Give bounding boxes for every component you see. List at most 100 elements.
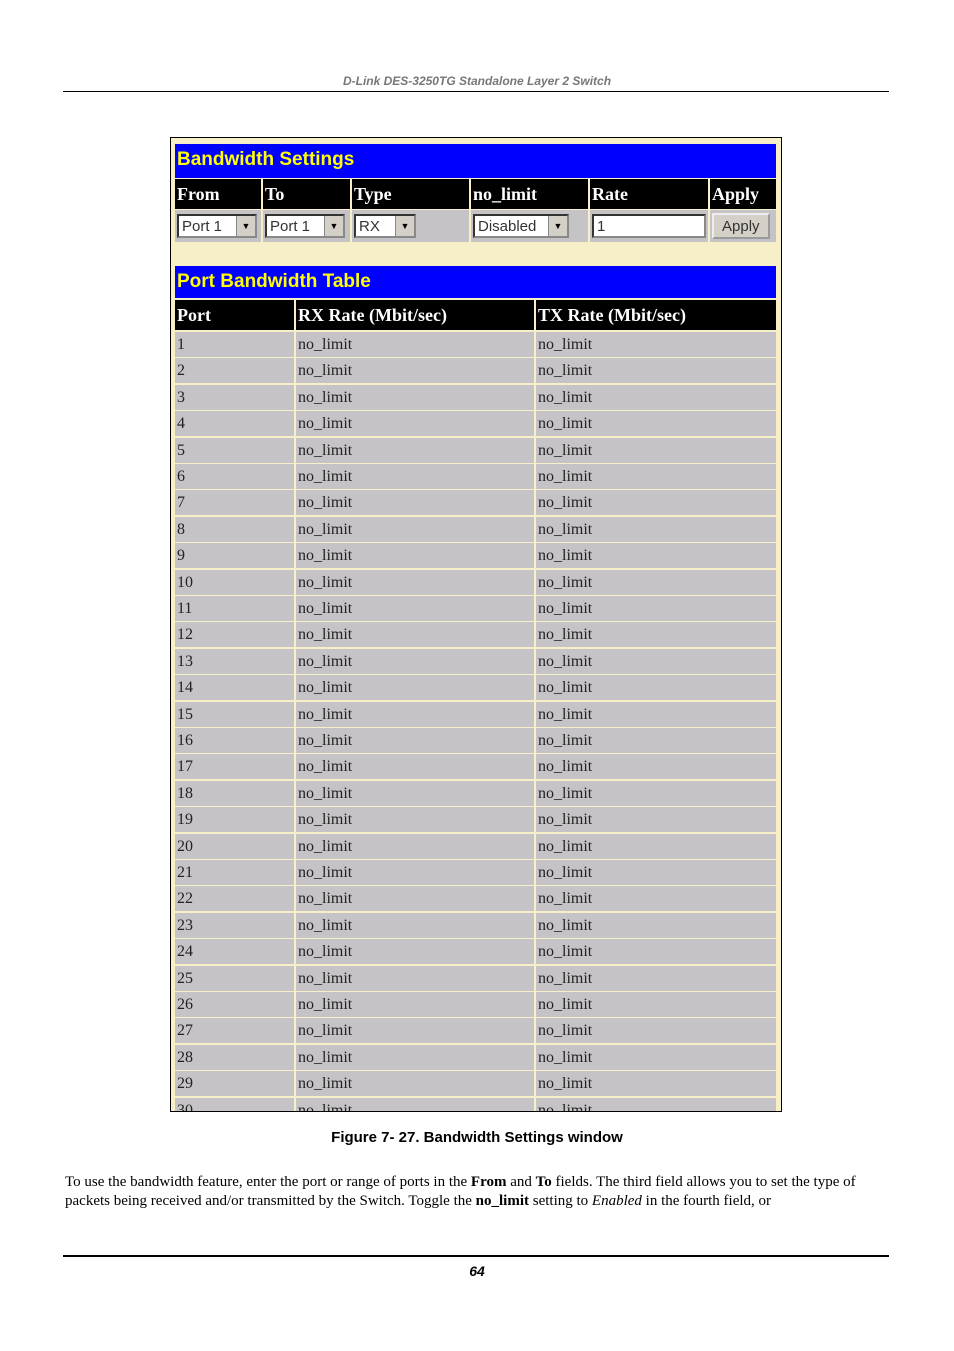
rx-rate-cell: no_limit (296, 965, 536, 991)
rx-rate-cell: no_limit (296, 701, 536, 727)
apply-button[interactable]: Apply (712, 213, 770, 239)
port-cell: 5 (175, 437, 296, 463)
table-row: 9 no_limit no_limit (175, 543, 776, 570)
port-cell: 16 (175, 728, 296, 753)
text: Enabled (591, 1193, 642, 1209)
table-row: 15 no_limit no_limit (175, 701, 776, 728)
port-cell: 10 (175, 569, 296, 595)
tx-rate-cell: no_limit (536, 833, 776, 859)
rx-rate-cell: no_limit (296, 912, 536, 938)
table-row: 6 no_limit no_limit (175, 464, 776, 490)
tx-rate-cell: no_limit (536, 1018, 776, 1044)
rx-rate-cell: no_limit (296, 464, 536, 489)
rx-rate-cell: no_limit (296, 622, 536, 648)
no-limit-select[interactable]: Disabled ▼ (473, 214, 569, 238)
port-cell: 15 (175, 701, 296, 727)
rx-rate-cell: no_limit (296, 437, 536, 463)
port-cell: 30 (175, 1097, 296, 1111)
rx-rate-cell: no_limit (296, 1018, 536, 1044)
port-cell: 9 (175, 543, 296, 569)
chevron-down-icon: ▼ (324, 216, 343, 236)
table-row: 16 no_limit no_limit (175, 728, 776, 754)
tx-rate-cell: no_limit (536, 384, 776, 410)
col-apply: Apply (710, 179, 776, 209)
col-rate: Rate (590, 179, 710, 209)
settings-header-row: From To Type no_limit Rate Apply (175, 179, 776, 209)
rx-rate-cell: no_limit (296, 411, 536, 437)
rx-rate-cell: no_limit (296, 780, 536, 806)
to-select[interactable]: Port 1 ▼ (265, 214, 345, 238)
rx-rate-cell: no_limit (296, 807, 536, 833)
table-header-row: Port RX Rate (Mbit/sec) TX Rate (Mbit/se… (175, 300, 776, 330)
port-cell: 7 (175, 490, 296, 516)
table-row: 21 no_limit no_limit (175, 860, 776, 886)
tx-rate-cell: no_limit (536, 912, 776, 938)
body-paragraph: To use the bandwidth feature, enter the … (65, 1173, 895, 1211)
port-cell: 21 (175, 860, 296, 885)
text: To use the bandwidth feature, enter the … (65, 1174, 471, 1190)
rx-rate-cell: no_limit (296, 596, 536, 621)
tx-rate-cell: no_limit (536, 596, 776, 621)
tx-rate-cell: no_limit (536, 780, 776, 806)
table-row: 23 no_limit no_limit (175, 912, 776, 939)
col-port: Port (175, 300, 296, 330)
table-row: 17 no_limit no_limit (175, 754, 776, 781)
rx-rate-cell: no_limit (296, 516, 536, 542)
port-cell: 24 (175, 939, 296, 965)
text: To (535, 1174, 552, 1190)
col-no-limit: no_limit (471, 179, 590, 209)
tx-rate-cell: no_limit (536, 807, 776, 833)
rx-rate-cell: no_limit (296, 1044, 536, 1070)
text: setting to (528, 1193, 592, 1209)
port-cell: 17 (175, 754, 296, 780)
tx-rate-cell: no_limit (536, 1097, 776, 1111)
rate-input[interactable]: 1 (592, 214, 706, 238)
table-row: 30 no_limit no_limit (175, 1097, 776, 1111)
port-cell: 1 (175, 332, 296, 357)
to-value: Port 1 (270, 217, 311, 235)
tx-rate-cell: no_limit (536, 965, 776, 991)
port-cell: 29 (175, 1071, 296, 1097)
col-type: Type (352, 179, 471, 209)
table-row: 24 no_limit no_limit (175, 939, 776, 966)
tx-rate-cell: no_limit (536, 728, 776, 753)
no-limit-value: Disabled (478, 217, 537, 235)
port-cell: 12 (175, 622, 296, 648)
tx-rate-cell: no_limit (536, 543, 776, 569)
tx-rate-cell: no_limit (536, 701, 776, 727)
port-cell: 25 (175, 965, 296, 991)
table-row: 18 no_limit no_limit (175, 780, 776, 807)
port-cell: 8 (175, 516, 296, 542)
bandwidth-settings-screenshot: Bandwidth Settings From To Type no_limit… (170, 137, 782, 1112)
text: From (470, 1174, 507, 1190)
port-cell: 18 (175, 780, 296, 806)
port-cell: 20 (175, 833, 296, 859)
port-cell: 23 (175, 912, 296, 938)
rx-rate-cell: no_limit (296, 992, 536, 1017)
footer-rule (63, 1255, 889, 1257)
text: in the fourth field, or (641, 1193, 772, 1209)
port-cell: 19 (175, 807, 296, 833)
table-row: 11 no_limit no_limit (175, 596, 776, 622)
table-row: 19 no_limit no_limit (175, 807, 776, 834)
table-row: 25 no_limit no_limit (175, 965, 776, 992)
figure-caption: Figure 7- 27. Bandwidth Settings window (331, 1129, 623, 1146)
table-row: 10 no_limit no_limit (175, 569, 776, 596)
tx-rate-cell: no_limit (536, 1044, 776, 1070)
tx-rate-cell: no_limit (536, 939, 776, 965)
table-row: 20 no_limit no_limit (175, 833, 776, 860)
table-row: 1 no_limit no_limit (175, 332, 776, 358)
running-header: D-Link DES-3250TG Standalone Layer 2 Swi… (342, 74, 612, 88)
port-cell: 11 (175, 596, 296, 621)
tx-rate-cell: no_limit (536, 332, 776, 357)
port-cell: 22 (175, 886, 296, 912)
port-cell: 14 (175, 675, 296, 701)
rx-rate-cell: no_limit (296, 384, 536, 410)
type-select[interactable]: RX ▼ (354, 214, 416, 238)
rx-rate-cell: no_limit (296, 332, 536, 357)
col-from: From (175, 179, 263, 209)
from-select[interactable]: Port 1 ▼ (177, 214, 257, 238)
tx-rate-cell: no_limit (536, 648, 776, 674)
tx-rate-cell: no_limit (536, 754, 776, 780)
table-row: 3 no_limit no_limit (175, 384, 776, 411)
